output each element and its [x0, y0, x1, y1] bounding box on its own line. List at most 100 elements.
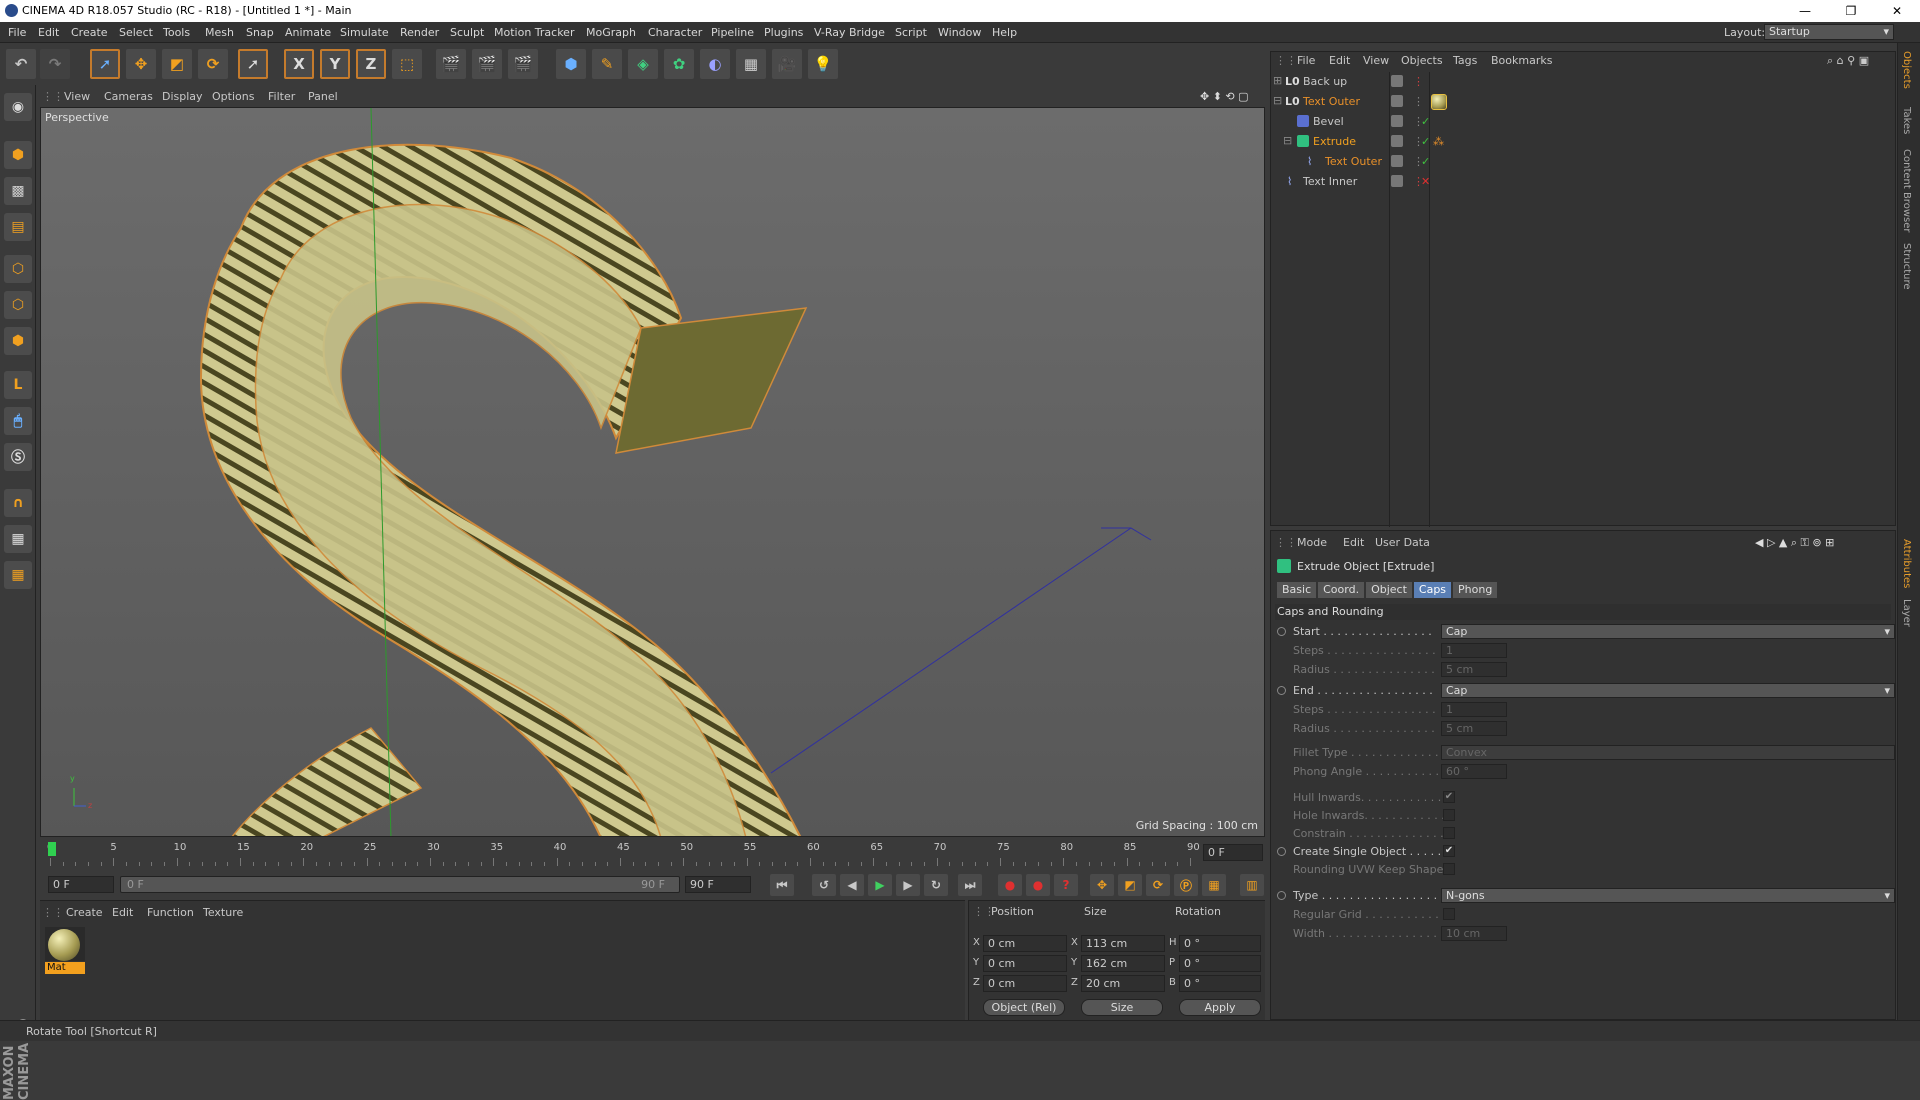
radius-start-field[interactable]: 5 cm	[1441, 662, 1507, 677]
size-mode-dropdown[interactable]: Size	[1081, 999, 1163, 1016]
object-manager-nav-icons[interactable]: ⌕ ⌂ ⚲ ▣	[1827, 54, 1869, 68]
mat-menu-create[interactable]: Create	[66, 906, 103, 919]
add-light-button[interactable]: 💡	[808, 49, 838, 79]
axis-mode-button[interactable]: L	[4, 371, 32, 399]
animate-dot-icon[interactable]	[1277, 891, 1286, 900]
tab-basic[interactable]: Basic	[1277, 582, 1317, 598]
go-to-end-button[interactable]: ⏭	[958, 874, 982, 896]
texture-mode-button[interactable]: ▩	[4, 177, 32, 205]
play-button[interactable]: ▶	[868, 874, 892, 896]
rotate-tool-button[interactable]: ⟳	[198, 49, 228, 79]
object-row-extrude[interactable]: ⊟ Extrude ⋮ ✓ ⁂	[1271, 132, 1897, 152]
tab-structure[interactable]: Structure	[1901, 243, 1912, 290]
add-deformer-button[interactable]: ◐	[700, 49, 730, 79]
end-dropdown[interactable]: Cap ▾	[1441, 683, 1895, 698]
menu-motion-tracker[interactable]: Motion Tracker	[494, 26, 574, 39]
tweak-mode-button[interactable]: 🖱	[4, 407, 32, 435]
menu-animate[interactable]: Animate	[285, 26, 331, 39]
menu-character[interactable]: Character	[648, 26, 702, 39]
workplane-lock-button[interactable]: ▦	[4, 525, 32, 553]
mat-menu-function[interactable]: Function	[147, 906, 194, 919]
menu-render[interactable]: Render	[400, 26, 439, 39]
obj-menu-objects[interactable]: Objects	[1401, 54, 1443, 67]
layer-icon[interactable]	[1391, 175, 1403, 187]
workplane-mode-button[interactable]: ▤	[4, 213, 32, 241]
obj-menu-edit[interactable]: Edit	[1329, 54, 1350, 67]
points-mode-button[interactable]: ⬡	[4, 255, 32, 283]
minimize-button[interactable]: —	[1782, 0, 1828, 22]
rotation-h-field[interactable]: 0 °	[1179, 935, 1261, 952]
enabled-check-icon[interactable]: ✓	[1421, 135, 1430, 148]
menu-plugins[interactable]: Plugins	[764, 26, 803, 39]
add-camera-button[interactable]: 🎥	[772, 49, 802, 79]
visibility-dots-icon[interactable]: ⋮	[1413, 75, 1424, 88]
object-name[interactable]: Text Outer	[1303, 95, 1360, 108]
tab-attributes[interactable]: Attributes	[1901, 539, 1912, 588]
tab-coord[interactable]: Coord.	[1318, 582, 1365, 598]
size-x-field[interactable]: 113 cm	[1081, 935, 1165, 952]
menu-mesh[interactable]: Mesh	[205, 26, 234, 39]
radius-end-field[interactable]: 5 cm	[1441, 721, 1507, 736]
object-name[interactable]: Text Inner	[1303, 175, 1357, 188]
regular-grid-checkbox[interactable]	[1443, 908, 1455, 920]
menu-pipeline[interactable]: Pipeline	[711, 26, 754, 39]
type-dropdown[interactable]: N-gons ▾	[1441, 888, 1895, 903]
key-parameter-button[interactable]: Ⓟ	[1174, 874, 1198, 896]
add-spline-button[interactable]: ✎	[592, 49, 622, 79]
animate-dot-icon[interactable]	[1277, 847, 1286, 856]
position-z-field[interactable]: 0 cm	[983, 975, 1067, 992]
key-pla-button[interactable]: ▦	[1202, 874, 1226, 896]
vp-menu-cameras[interactable]: Cameras	[104, 90, 153, 103]
workplane-snap-button[interactable]: ▦	[4, 561, 32, 589]
timeline-window-button[interactable]: ▥	[1240, 874, 1264, 896]
material-name[interactable]: Mat	[45, 962, 85, 974]
tab-object[interactable]: Object	[1366, 582, 1412, 598]
tab-objects[interactable]: Objects	[1901, 51, 1912, 89]
menu-mograph[interactable]: MoGraph	[586, 26, 636, 39]
expand-toggle-icon[interactable]: ⊞	[1273, 74, 1282, 87]
obj-menu-tags[interactable]: Tags	[1453, 54, 1477, 67]
previous-frame-button[interactable]: ◀	[840, 874, 864, 896]
menu-file[interactable]: File	[8, 26, 26, 39]
next-key-button[interactable]: ↻	[924, 874, 948, 896]
attr-menu-user-data[interactable]: User Data	[1375, 536, 1430, 549]
tab-phong[interactable]: Phong	[1453, 582, 1498, 598]
recent-tool-button[interactable]: ➚	[238, 49, 268, 79]
key-scale-button[interactable]: ◩	[1118, 874, 1142, 896]
menu-select[interactable]: Select	[119, 26, 153, 39]
size-z-field[interactable]: 20 cm	[1081, 975, 1165, 992]
redo-button[interactable]: ↷	[40, 49, 70, 79]
menu-vray-bridge[interactable]: V-Ray Bridge	[814, 26, 885, 39]
object-name[interactable]: Back up	[1303, 75, 1347, 88]
material-tag-icon[interactable]	[1431, 94, 1447, 110]
steps-start-field[interactable]: 1	[1441, 643, 1507, 658]
obj-menu-bookmarks[interactable]: Bookmarks	[1491, 54, 1552, 67]
keyframe-selection-button[interactable]: ?	[1054, 874, 1078, 896]
layer-icon[interactable]	[1391, 135, 1403, 147]
layer-icon[interactable]	[1391, 95, 1403, 107]
scale-tool-button[interactable]: ◩	[162, 49, 192, 79]
object-row-back-up[interactable]: ⊞ L0 Back up ⋮	[1271, 72, 1897, 92]
object-name[interactable]: Text Outer	[1325, 155, 1382, 168]
collapse-toggle-icon[interactable]: ⊟	[1273, 94, 1282, 107]
x-axis-lock-button[interactable]: X	[284, 49, 314, 79]
enabled-check-icon[interactable]: ✓	[1421, 155, 1430, 168]
mat-menu-texture[interactable]: Texture	[203, 906, 243, 919]
rotation-b-field[interactable]: 0 °	[1179, 975, 1261, 992]
render-picture-viewer-button[interactable]: 🎬	[472, 49, 502, 79]
playhead[interactable]	[48, 842, 56, 856]
steps-end-field[interactable]: 1	[1441, 702, 1507, 717]
start-dropdown[interactable]: Cap ▾	[1441, 624, 1895, 639]
autokey-button[interactable]: ●	[1026, 874, 1050, 896]
menu-help[interactable]: Help	[992, 26, 1017, 39]
material-swatch[interactable]	[45, 927, 85, 961]
position-x-field[interactable]: 0 cm	[983, 935, 1067, 952]
collapse-toggle-icon[interactable]: ⊟	[1283, 134, 1292, 147]
go-to-start-button[interactable]: ⏮	[770, 874, 794, 896]
rounding-uvw-checkbox[interactable]	[1443, 863, 1455, 875]
object-name[interactable]: Bevel	[1313, 115, 1344, 128]
tab-takes[interactable]: Takes	[1901, 107, 1912, 134]
width-field[interactable]: 10 cm	[1441, 926, 1507, 941]
size-y-field[interactable]: 162 cm	[1081, 955, 1165, 972]
object-name[interactable]: Extrude	[1313, 135, 1356, 148]
